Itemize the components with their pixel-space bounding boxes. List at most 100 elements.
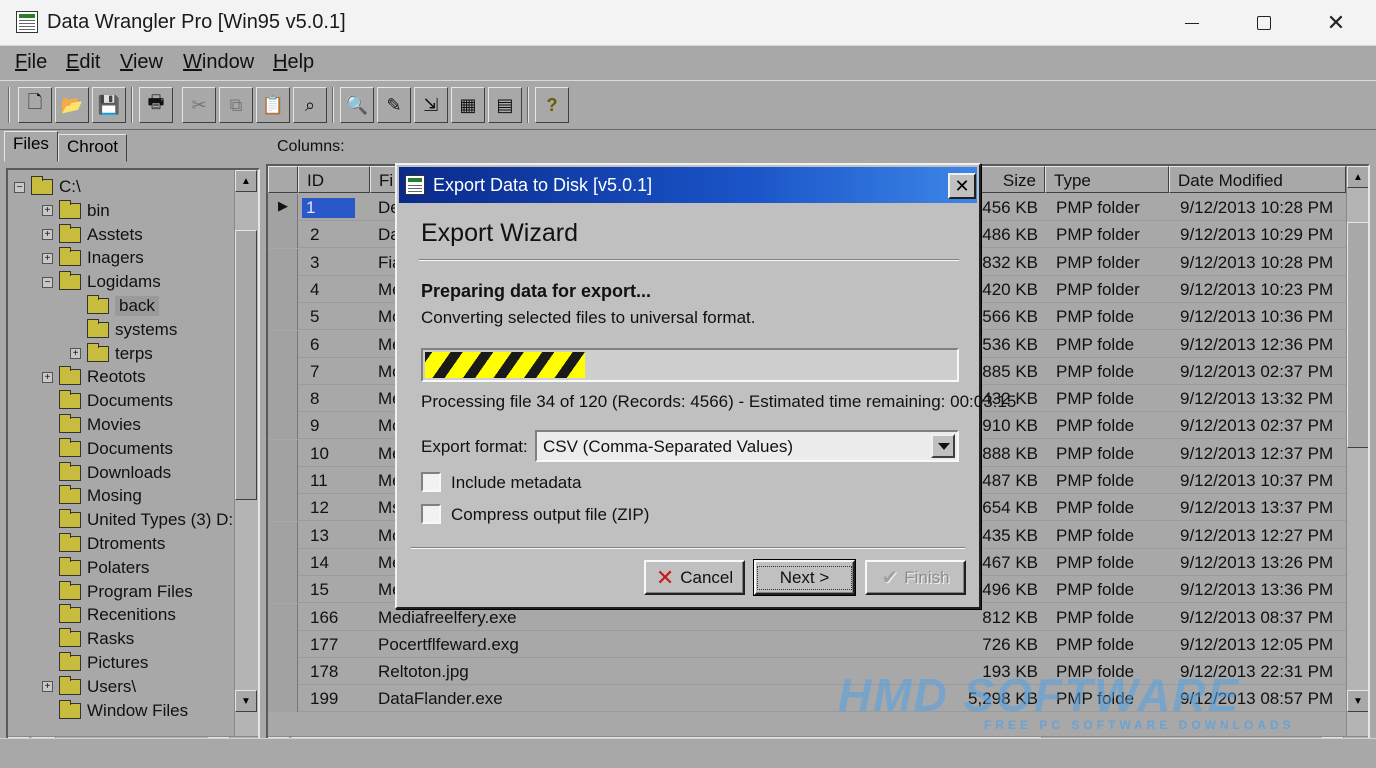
- tree-node[interactable]: Rasks: [42, 628, 134, 650]
- expand-icon[interactable]: +: [42, 252, 53, 264]
- tree-node[interactable]: + Reotots: [42, 366, 146, 388]
- minimize-button[interactable]: [1156, 0, 1228, 46]
- tree-node[interactable]: Pictures: [42, 652, 148, 674]
- tree-node[interactable]: Documents: [42, 390, 173, 412]
- cut-button[interactable]: ✂: [182, 87, 216, 123]
- row-selector[interactable]: [268, 275, 298, 303]
- tree-node[interactable]: back: [70, 295, 159, 317]
- compress-output-checkbox[interactable]: [421, 504, 441, 524]
- tab-chroot[interactable]: Chroot: [58, 134, 128, 162]
- tree-node[interactable]: Mosing: [42, 485, 142, 507]
- include-metadata-checkbox[interactable]: [421, 472, 441, 492]
- tab-files[interactable]: Files: [4, 131, 58, 162]
- collapse-icon[interactable]: −: [42, 276, 53, 288]
- collapse-icon[interactable]: −: [14, 181, 25, 193]
- print-button[interactable]: 🖶: [139, 87, 173, 123]
- expand-icon[interactable]: +: [42, 205, 53, 217]
- header-type[interactable]: Type: [1045, 166, 1169, 193]
- scrollbar-thumb[interactable]: [1347, 222, 1368, 448]
- compress-output-label[interactable]: Compress output file (ZIP): [451, 505, 649, 525]
- next-button[interactable]: Next >: [753, 559, 856, 596]
- dialog-close-button[interactable]: ✕: [948, 173, 976, 199]
- help-button[interactable]: ?: [535, 87, 569, 123]
- menu-edit[interactable]: Edit: [66, 51, 100, 74]
- tree-node[interactable]: systems: [70, 318, 177, 341]
- row-selector[interactable]: [268, 248, 298, 276]
- scrollbar-thumb[interactable]: [235, 230, 257, 500]
- close-button[interactable]: ✕: [1300, 0, 1372, 46]
- row-selector[interactable]: [268, 357, 298, 385]
- new-file-button[interactable]: 🗋: [18, 87, 52, 123]
- tree-node[interactable]: − C:\: [14, 176, 81, 198]
- tree-node[interactable]: + bin: [42, 199, 110, 222]
- row-selector[interactable]: [268, 658, 298, 686]
- tree-node[interactable]: + Users\: [42, 675, 136, 698]
- tree-node[interactable]: Polaters: [42, 556, 149, 579]
- list-vertical-scrollbar[interactable]: ▲ ▼: [1346, 166, 1368, 736]
- tree-node[interactable]: Window Files: [42, 699, 188, 722]
- cell-type: PMP folde: [1056, 580, 1135, 600]
- menu-view[interactable]: View: [120, 51, 163, 74]
- dialog-title-bar: Export Data to Disk [v5.0.1] ✕: [399, 167, 977, 203]
- find-replace-button[interactable]: ⌕: [293, 87, 327, 123]
- tree-node[interactable]: Documents: [42, 437, 173, 460]
- open-button[interactable]: 📂: [55, 87, 89, 123]
- row-selector[interactable]: [268, 439, 298, 467]
- row-selector[interactable]: [268, 412, 298, 440]
- row-selector[interactable]: [268, 467, 298, 494]
- table-row[interactable]: 178 Reltoton.jpg 193 KB PMP folde 9/12/2013 …: [268, 658, 1346, 686]
- edit-record-button[interactable]: ✎: [377, 87, 411, 123]
- header-id[interactable]: ID: [298, 166, 370, 193]
- export-format-select[interactable]: CSV (Comma-Separated Values): [535, 430, 959, 462]
- tree-node[interactable]: Recenitions: [42, 604, 176, 626]
- row-selector[interactable]: [268, 385, 298, 413]
- row-selector[interactable]: [268, 548, 298, 576]
- row-selector[interactable]: ▶: [268, 194, 298, 221]
- expand-icon[interactable]: +: [42, 681, 53, 693]
- cancel-button[interactable]: ✕ Cancel: [644, 560, 745, 595]
- row-selector[interactable]: [268, 303, 298, 331]
- row-selector[interactable]: [268, 221, 298, 249]
- scroll-down-icon[interactable]: ▼: [1347, 690, 1368, 712]
- expand-icon[interactable]: +: [42, 371, 53, 383]
- menu-window[interactable]: Window: [183, 51, 254, 74]
- columns-button[interactable]: ▤: [488, 87, 522, 123]
- include-metadata-label[interactable]: Include metadata: [451, 473, 581, 493]
- row-selector[interactable]: [268, 521, 298, 549]
- tree-vertical-scrollbar[interactable]: ▲ ▼: [234, 170, 258, 736]
- tree-node[interactable]: − Logidams: [42, 271, 161, 293]
- row-selector[interactable]: [268, 685, 298, 713]
- expand-icon[interactable]: +: [42, 229, 53, 241]
- tree-node[interactable]: + terps: [70, 342, 153, 365]
- copy-button[interactable]: ⧉: [219, 87, 253, 123]
- tree-node[interactable]: United Types (3) D:: [42, 509, 233, 531]
- header-date[interactable]: Date Modified: [1169, 166, 1346, 193]
- scroll-down-icon[interactable]: ▼: [235, 690, 257, 712]
- tree-node[interactable]: Movies: [42, 414, 141, 436]
- finish-button[interactable]: ✔ Finish: [865, 560, 966, 595]
- search-button[interactable]: 🔍: [340, 87, 374, 123]
- maximize-button[interactable]: [1228, 0, 1300, 46]
- save-button[interactable]: 💾: [92, 87, 126, 123]
- row-selector[interactable]: [268, 603, 298, 631]
- row-selector[interactable]: [268, 576, 298, 604]
- menu-help[interactable]: Help: [273, 51, 314, 74]
- row-selector[interactable]: [268, 494, 298, 522]
- chevron-down-icon[interactable]: [931, 434, 955, 458]
- scroll-up-icon[interactable]: ▲: [235, 170, 257, 192]
- table-row[interactable]: 177 Pocertflfeward.exg 726 KB PMP folde 9/12…: [268, 630, 1346, 658]
- grid-view-button[interactable]: ▦: [451, 87, 485, 123]
- row-selector[interactable]: [268, 630, 298, 658]
- tree-node[interactable]: Downloads: [42, 461, 171, 484]
- tree-node[interactable]: + Asstets: [42, 223, 143, 246]
- tree-node[interactable]: + Inagers: [42, 247, 144, 269]
- paste-button[interactable]: 📋: [256, 87, 290, 123]
- scroll-up-icon[interactable]: ▲: [1347, 166, 1368, 188]
- tree-node[interactable]: Dtroments: [42, 533, 165, 555]
- menu-file[interactable]: File: [15, 51, 47, 74]
- export-button[interactable]: ⇲: [414, 87, 448, 123]
- table-row[interactable]: 199 DataFlander.exe 5,298 KB PMP folde 9/12/…: [268, 685, 1346, 713]
- expand-icon[interactable]: +: [70, 348, 81, 360]
- tree-node[interactable]: Program Files: [42, 580, 193, 603]
- row-selector[interactable]: [268, 330, 298, 358]
